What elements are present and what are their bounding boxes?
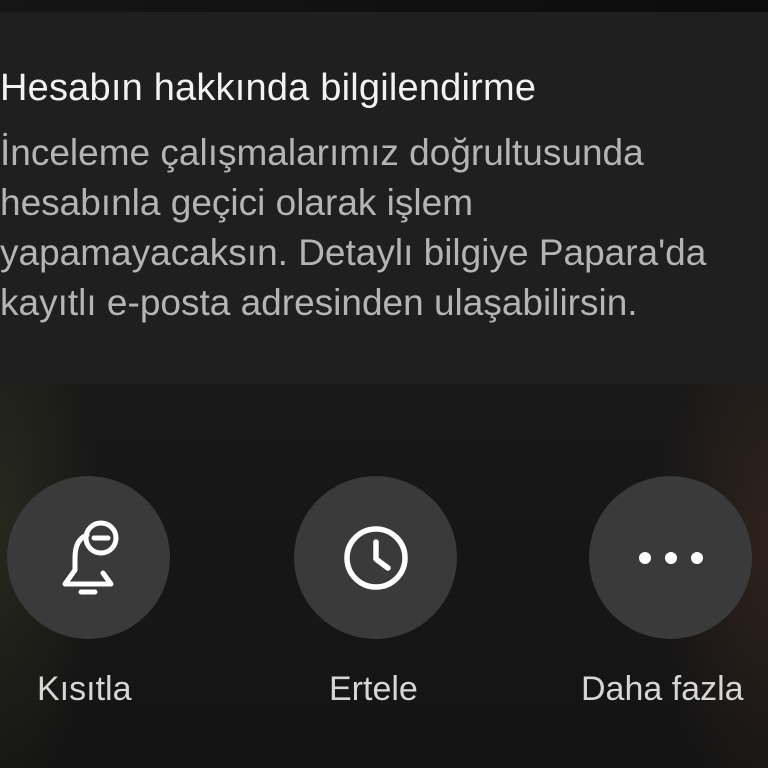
top-edge-bar xyxy=(0,0,768,12)
snooze-action: Ertele xyxy=(280,476,480,716)
snooze-button[interactable] xyxy=(294,476,457,639)
notification-card[interactable]: Hesabın hakkında bilgilendirme İnceleme … xyxy=(0,12,768,384)
notification-body-line: yapamayacaksın. Detaylı bilgiye Papara'd… xyxy=(0,232,707,273)
restrict-action: Kısıtla xyxy=(0,476,200,716)
screen: Hesabın hakkında bilgilendirme İnceleme … xyxy=(0,0,768,768)
more-label: Daha fazla xyxy=(581,670,744,708)
more-horizontal-icon xyxy=(638,551,703,564)
more-button[interactable] xyxy=(589,476,752,639)
notification-title: Hesabın hakkında bilgilendirme xyxy=(0,67,537,109)
notification-body-line: İnceleme çalışmalarımız doğrultusunda xyxy=(0,132,644,173)
bell-minus-icon xyxy=(62,520,118,594)
snooze-label: Ertele xyxy=(329,670,418,708)
restrict-label: Kısıtla xyxy=(37,670,132,708)
notification-body: İnceleme çalışmalarımız doğrultusunda he… xyxy=(0,128,768,328)
notification-body-line: kayıtlı e-posta adresinden ulaşabilirsin… xyxy=(0,282,638,323)
restrict-button[interactable] xyxy=(7,476,170,639)
notification-body-line: hesabınla geçici olarak işlem xyxy=(0,182,474,223)
more-action: Daha fazla xyxy=(570,476,768,716)
clock-icon xyxy=(343,525,408,590)
